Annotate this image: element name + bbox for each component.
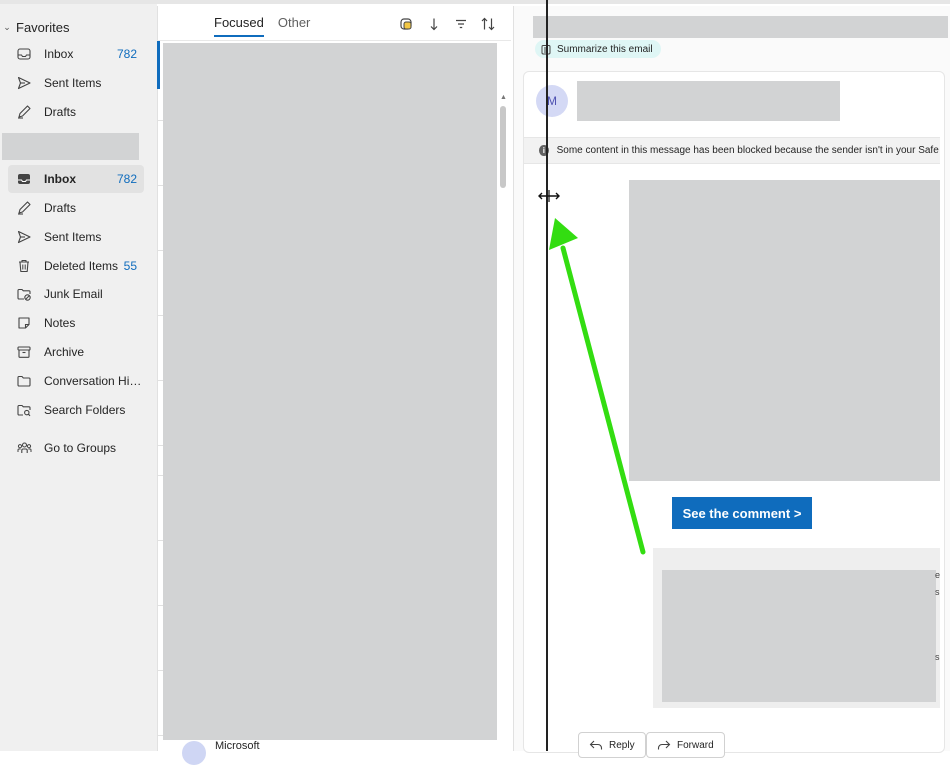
note-icon xyxy=(16,315,32,331)
folder-icon xyxy=(16,373,32,389)
clipped-text: s xyxy=(935,587,940,597)
inbox-icon xyxy=(16,46,32,62)
chevron-down-icon: ⌄ xyxy=(3,21,11,32)
row-divider xyxy=(157,250,163,251)
subject-redacted xyxy=(533,16,948,38)
reply-button[interactable]: Reply xyxy=(578,732,646,758)
folder-inbox-count: 782 xyxy=(116,172,137,186)
folder-sent-items[interactable]: Sent Items xyxy=(8,223,144,251)
folder-conversation-history[interactable]: Conversation Hist... xyxy=(8,367,144,395)
list-item-sender: Microsoft xyxy=(215,740,260,752)
groups-icon xyxy=(16,440,32,456)
list-item[interactable]: Microsoft xyxy=(182,740,502,765)
folder-inbox[interactable]: Inbox 782 xyxy=(8,165,144,193)
row-divider xyxy=(157,670,163,671)
go-to-groups[interactable]: Go to Groups xyxy=(8,434,144,462)
reply-icon xyxy=(589,739,603,751)
folder-conversation-history-label: Conversation Hist... xyxy=(44,374,144,388)
select-icon[interactable] xyxy=(398,16,414,32)
summarize-button[interactable]: Summarize this email xyxy=(535,40,661,58)
folder-notes[interactable]: Notes xyxy=(8,309,144,337)
row-divider xyxy=(157,540,163,541)
folder-inbox-label: Inbox xyxy=(44,172,76,186)
favorite-drafts-label: Drafts xyxy=(44,105,77,119)
favorite-inbox[interactable]: Inbox 782 xyxy=(8,40,144,68)
folder-search-folders-label: Search Folders xyxy=(44,403,126,417)
folder-archive-label: Archive xyxy=(44,345,85,359)
tab-other[interactable]: Other xyxy=(278,15,311,37)
row-divider xyxy=(157,475,163,476)
row-divider xyxy=(157,185,163,186)
folder-junk-email[interactable]: Junk Email xyxy=(8,280,144,308)
top-divider xyxy=(0,0,950,4)
send-icon xyxy=(16,229,32,245)
favorites-header[interactable]: ⌄ Favorites xyxy=(0,18,69,36)
resize-cursor-icon xyxy=(538,190,560,202)
email-image-redacted xyxy=(629,180,940,481)
quoted-content-redacted xyxy=(662,570,936,702)
pencil-icon xyxy=(16,104,32,120)
row-divider xyxy=(157,315,163,316)
tab-focused[interactable]: Focused xyxy=(214,15,264,37)
inbox-tabs: Focused Other xyxy=(214,15,310,37)
archive-icon xyxy=(16,344,32,360)
row-divider xyxy=(157,380,163,381)
list-header-divider xyxy=(157,40,511,41)
forward-icon xyxy=(657,739,671,751)
see-comment-button[interactable]: See the comment > xyxy=(672,497,812,529)
jump-to-icon[interactable] xyxy=(425,16,441,32)
folder-deleted-items-label: Deleted Items xyxy=(44,259,119,273)
folder-search-folders[interactable]: Search Folders xyxy=(8,396,144,424)
favorite-inbox-label: Inbox xyxy=(44,47,74,61)
sender-info-redacted xyxy=(577,81,840,121)
message-list-scrollbar[interactable] xyxy=(500,106,506,188)
send-icon xyxy=(16,75,32,91)
forward-label: Forward xyxy=(677,739,714,751)
annotation-arrow xyxy=(549,218,646,555)
inbox-icon xyxy=(16,171,32,187)
folder-drafts[interactable]: Drafts xyxy=(8,194,144,222)
trash-icon xyxy=(16,258,32,274)
row-divider xyxy=(157,120,163,121)
row-divider xyxy=(157,445,163,446)
clipped-text: e xyxy=(935,570,941,580)
clipped-text: s xyxy=(935,652,940,662)
folder-notes-label: Notes xyxy=(44,316,76,330)
folder-junk-email-label: Junk Email xyxy=(44,287,103,301)
row-divider xyxy=(157,605,163,606)
go-to-groups-label: Go to Groups xyxy=(44,441,117,455)
reply-label: Reply xyxy=(609,739,635,751)
sort-icon[interactable] xyxy=(480,16,496,32)
folder-deleted-items[interactable]: Deleted Items 55 xyxy=(8,252,144,280)
pencil-icon xyxy=(16,200,32,216)
summarize-label: Summarize this email xyxy=(557,43,653,55)
selected-message-indicator xyxy=(157,41,160,89)
folder-deleted-items-count: 55 xyxy=(123,259,137,273)
favorite-drafts[interactable]: Drafts xyxy=(8,98,144,126)
folder-archive[interactable]: Archive xyxy=(8,338,144,366)
scroll-up-icon[interactable]: ▲ xyxy=(500,94,507,101)
avatar xyxy=(182,741,206,765)
junk-folder-icon xyxy=(16,286,32,302)
favorite-inbox-count: 782 xyxy=(116,47,137,61)
blocked-content-bar: i Some content in this message has been … xyxy=(524,137,940,164)
message-list-redacted[interactable] xyxy=(163,43,497,740)
favorite-sent-items-label: Sent Items xyxy=(44,76,102,90)
row-divider xyxy=(157,735,163,736)
search-folder-icon xyxy=(16,402,32,418)
folder-sent-items-label: Sent Items xyxy=(44,230,102,244)
folder-drafts-label: Drafts xyxy=(44,201,77,215)
sender-avatar[interactable]: M xyxy=(536,85,568,117)
forward-button[interactable]: Forward xyxy=(646,732,725,758)
account-name-redacted[interactable] xyxy=(2,133,139,160)
blocked-content-text: Some content in this message has been bl… xyxy=(556,145,940,156)
favorites-title: Favorites xyxy=(16,19,70,35)
filter-icon[interactable] xyxy=(453,16,469,32)
favorite-sent-items[interactable]: Sent Items xyxy=(8,69,144,97)
